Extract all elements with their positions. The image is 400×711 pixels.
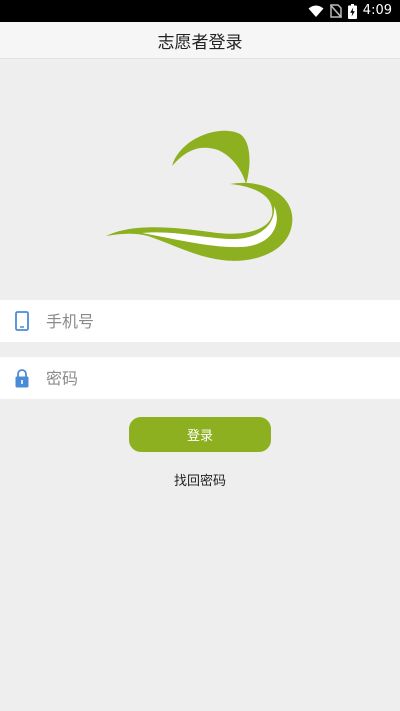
- password-field[interactable]: [0, 357, 400, 399]
- forgot-password-link[interactable]: 找回密码: [150, 470, 250, 489]
- phone-input[interactable]: [46, 306, 376, 336]
- title-bar: 志愿者登录: [0, 22, 400, 59]
- status-icons: 4:09: [308, 3, 392, 19]
- logo-icon: [106, 130, 293, 261]
- status-bar: 4:09: [0, 0, 400, 22]
- login-button[interactable]: 登录: [129, 417, 271, 452]
- wifi-icon: [308, 5, 324, 17]
- battery-charging-icon: [347, 3, 357, 19]
- no-sim-icon: [329, 4, 342, 18]
- phone-field[interactable]: [0, 300, 400, 342]
- page-title: 志愿者登录: [157, 32, 243, 53]
- password-input[interactable]: [46, 363, 376, 393]
- status-time: 4:09: [362, 3, 392, 18]
- lock-icon: [15, 369, 29, 388]
- phone-icon: [15, 311, 29, 331]
